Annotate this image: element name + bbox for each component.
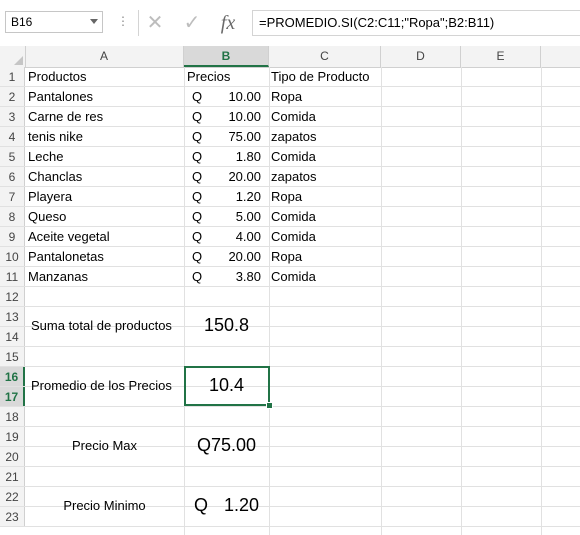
min-label: Precio Minimo bbox=[63, 498, 146, 513]
product-type: Ropa bbox=[271, 189, 303, 204]
avg-label: Promedio de los Precios bbox=[31, 378, 172, 393]
product-type: zapatos bbox=[271, 129, 317, 144]
product-type: Comida bbox=[271, 149, 316, 164]
column-header-e[interactable]: E bbox=[461, 46, 541, 67]
product-type: Comida bbox=[271, 269, 316, 284]
product-name: Pantalones bbox=[28, 89, 94, 104]
product-type: Comida bbox=[271, 229, 316, 244]
sheet-row[interactable]: 21 bbox=[0, 467, 580, 487]
column-header-a[interactable]: A bbox=[25, 46, 184, 67]
product-name: Playera bbox=[28, 189, 73, 204]
row-header[interactable]: 1 bbox=[0, 67, 25, 86]
row-header[interactable]: 14 bbox=[0, 327, 25, 346]
product-name: Chanclas bbox=[28, 169, 83, 184]
product-price: 1.80 bbox=[235, 149, 261, 164]
product-name: Carne de res bbox=[28, 109, 104, 124]
header-tipo: Tipo de Producto bbox=[271, 69, 370, 84]
cancel-icon[interactable]: ✕ bbox=[143, 11, 167, 35]
column-header-f[interactable] bbox=[541, 46, 580, 67]
product-type: Ropa bbox=[271, 249, 303, 264]
product-name: Manzanas bbox=[28, 269, 88, 284]
row-header[interactable]: 4 bbox=[0, 127, 25, 146]
product-name: Leche bbox=[28, 149, 64, 164]
product-type: zapatos bbox=[271, 169, 317, 184]
row-header[interactable]: 7 bbox=[0, 187, 25, 206]
row-header[interactable]: 18 bbox=[0, 407, 25, 426]
column-header-b[interactable]: B bbox=[184, 46, 269, 67]
row-header[interactable]: 3 bbox=[0, 107, 25, 126]
product-type: Ropa bbox=[271, 89, 303, 104]
product-price: 20.00 bbox=[228, 169, 261, 184]
sheet-row[interactable]: 18 bbox=[0, 407, 580, 427]
enter-icon[interactable]: ✓ bbox=[180, 11, 204, 35]
gridline bbox=[269, 67, 270, 535]
row-header[interactable]: 2 bbox=[0, 87, 25, 106]
row-header[interactable]: 21 bbox=[0, 467, 25, 486]
gridline bbox=[184, 67, 185, 535]
header-productos: Productos bbox=[28, 69, 87, 84]
sum-label: Suma total de productos bbox=[31, 318, 172, 333]
product-price: 10.00 bbox=[228, 89, 261, 104]
formula-bar: B16 ⋮ ✕ ✓ fx =PROMEDIO.SI(C2:C11;"Ropa";… bbox=[0, 0, 580, 46]
product-price: 5.00 bbox=[235, 209, 261, 224]
sum-value: 150.8 bbox=[203, 315, 250, 335]
product-type: Comida bbox=[271, 209, 316, 224]
product-price: 3.80 bbox=[235, 269, 261, 284]
header-precios: Precios bbox=[187, 69, 231, 84]
more-icon: ⋮ bbox=[117, 14, 129, 28]
product-price: 75.00 bbox=[228, 129, 261, 144]
name-box-value: B16 bbox=[11, 15, 33, 29]
insert-function-icon[interactable]: fx bbox=[216, 11, 240, 35]
column-header-d[interactable]: D bbox=[381, 46, 461, 67]
chevron-down-icon[interactable] bbox=[90, 19, 98, 24]
product-name: Aceite vegetal bbox=[28, 229, 110, 244]
row-header[interactable]: 12 bbox=[0, 287, 25, 306]
product-price: 4.00 bbox=[235, 229, 261, 244]
sheet-row[interactable]: 15 bbox=[0, 347, 580, 367]
gridline bbox=[381, 67, 382, 535]
name-box[interactable]: B16 bbox=[5, 11, 103, 33]
active-cell-selection[interactable] bbox=[184, 366, 270, 406]
row-header[interactable]: 5 bbox=[0, 147, 25, 166]
column-header-c[interactable]: C bbox=[269, 46, 381, 67]
product-price: 1.20 bbox=[235, 189, 261, 204]
formula-input[interactable]: =PROMEDIO.SI(C2:C11;"Ropa";B2:B11) bbox=[252, 10, 580, 36]
select-all-button[interactable] bbox=[0, 46, 26, 67]
product-price: 20.00 bbox=[228, 249, 261, 264]
row-header[interactable]: 20 bbox=[0, 447, 25, 466]
product-name: Pantalonetas bbox=[28, 249, 104, 264]
divider bbox=[138, 10, 139, 36]
row-header[interactable]: 9 bbox=[0, 227, 25, 246]
row-header[interactable]: 19 bbox=[0, 427, 25, 446]
row-header[interactable]: 23 bbox=[0, 507, 25, 526]
row-header[interactable]: 13 bbox=[0, 307, 25, 326]
product-name: Queso bbox=[28, 209, 67, 224]
fill-handle[interactable] bbox=[266, 402, 273, 409]
gridline bbox=[461, 67, 462, 535]
product-name: tenis nike bbox=[28, 129, 83, 144]
max-value: Q75.00 bbox=[196, 435, 257, 455]
gridline bbox=[541, 67, 542, 535]
row-header[interactable]: 8 bbox=[0, 207, 25, 226]
row-header[interactable]: 6 bbox=[0, 167, 25, 186]
min-value: 1.20 bbox=[223, 495, 259, 515]
row-header[interactable]: 11 bbox=[0, 267, 25, 286]
row-header[interactable]: 22 bbox=[0, 487, 25, 506]
product-price: 10.00 bbox=[228, 109, 261, 124]
row-header[interactable]: 10 bbox=[0, 247, 25, 266]
row-header[interactable]: 17 bbox=[0, 387, 25, 406]
row-header[interactable]: 15 bbox=[0, 347, 25, 366]
row-header[interactable]: 16 bbox=[0, 367, 25, 386]
column-headers: A B C D E bbox=[0, 46, 580, 68]
product-type: Comida bbox=[271, 109, 316, 124]
max-label: Precio Max bbox=[71, 438, 138, 453]
sheet-row[interactable]: 12 bbox=[0, 287, 580, 307]
